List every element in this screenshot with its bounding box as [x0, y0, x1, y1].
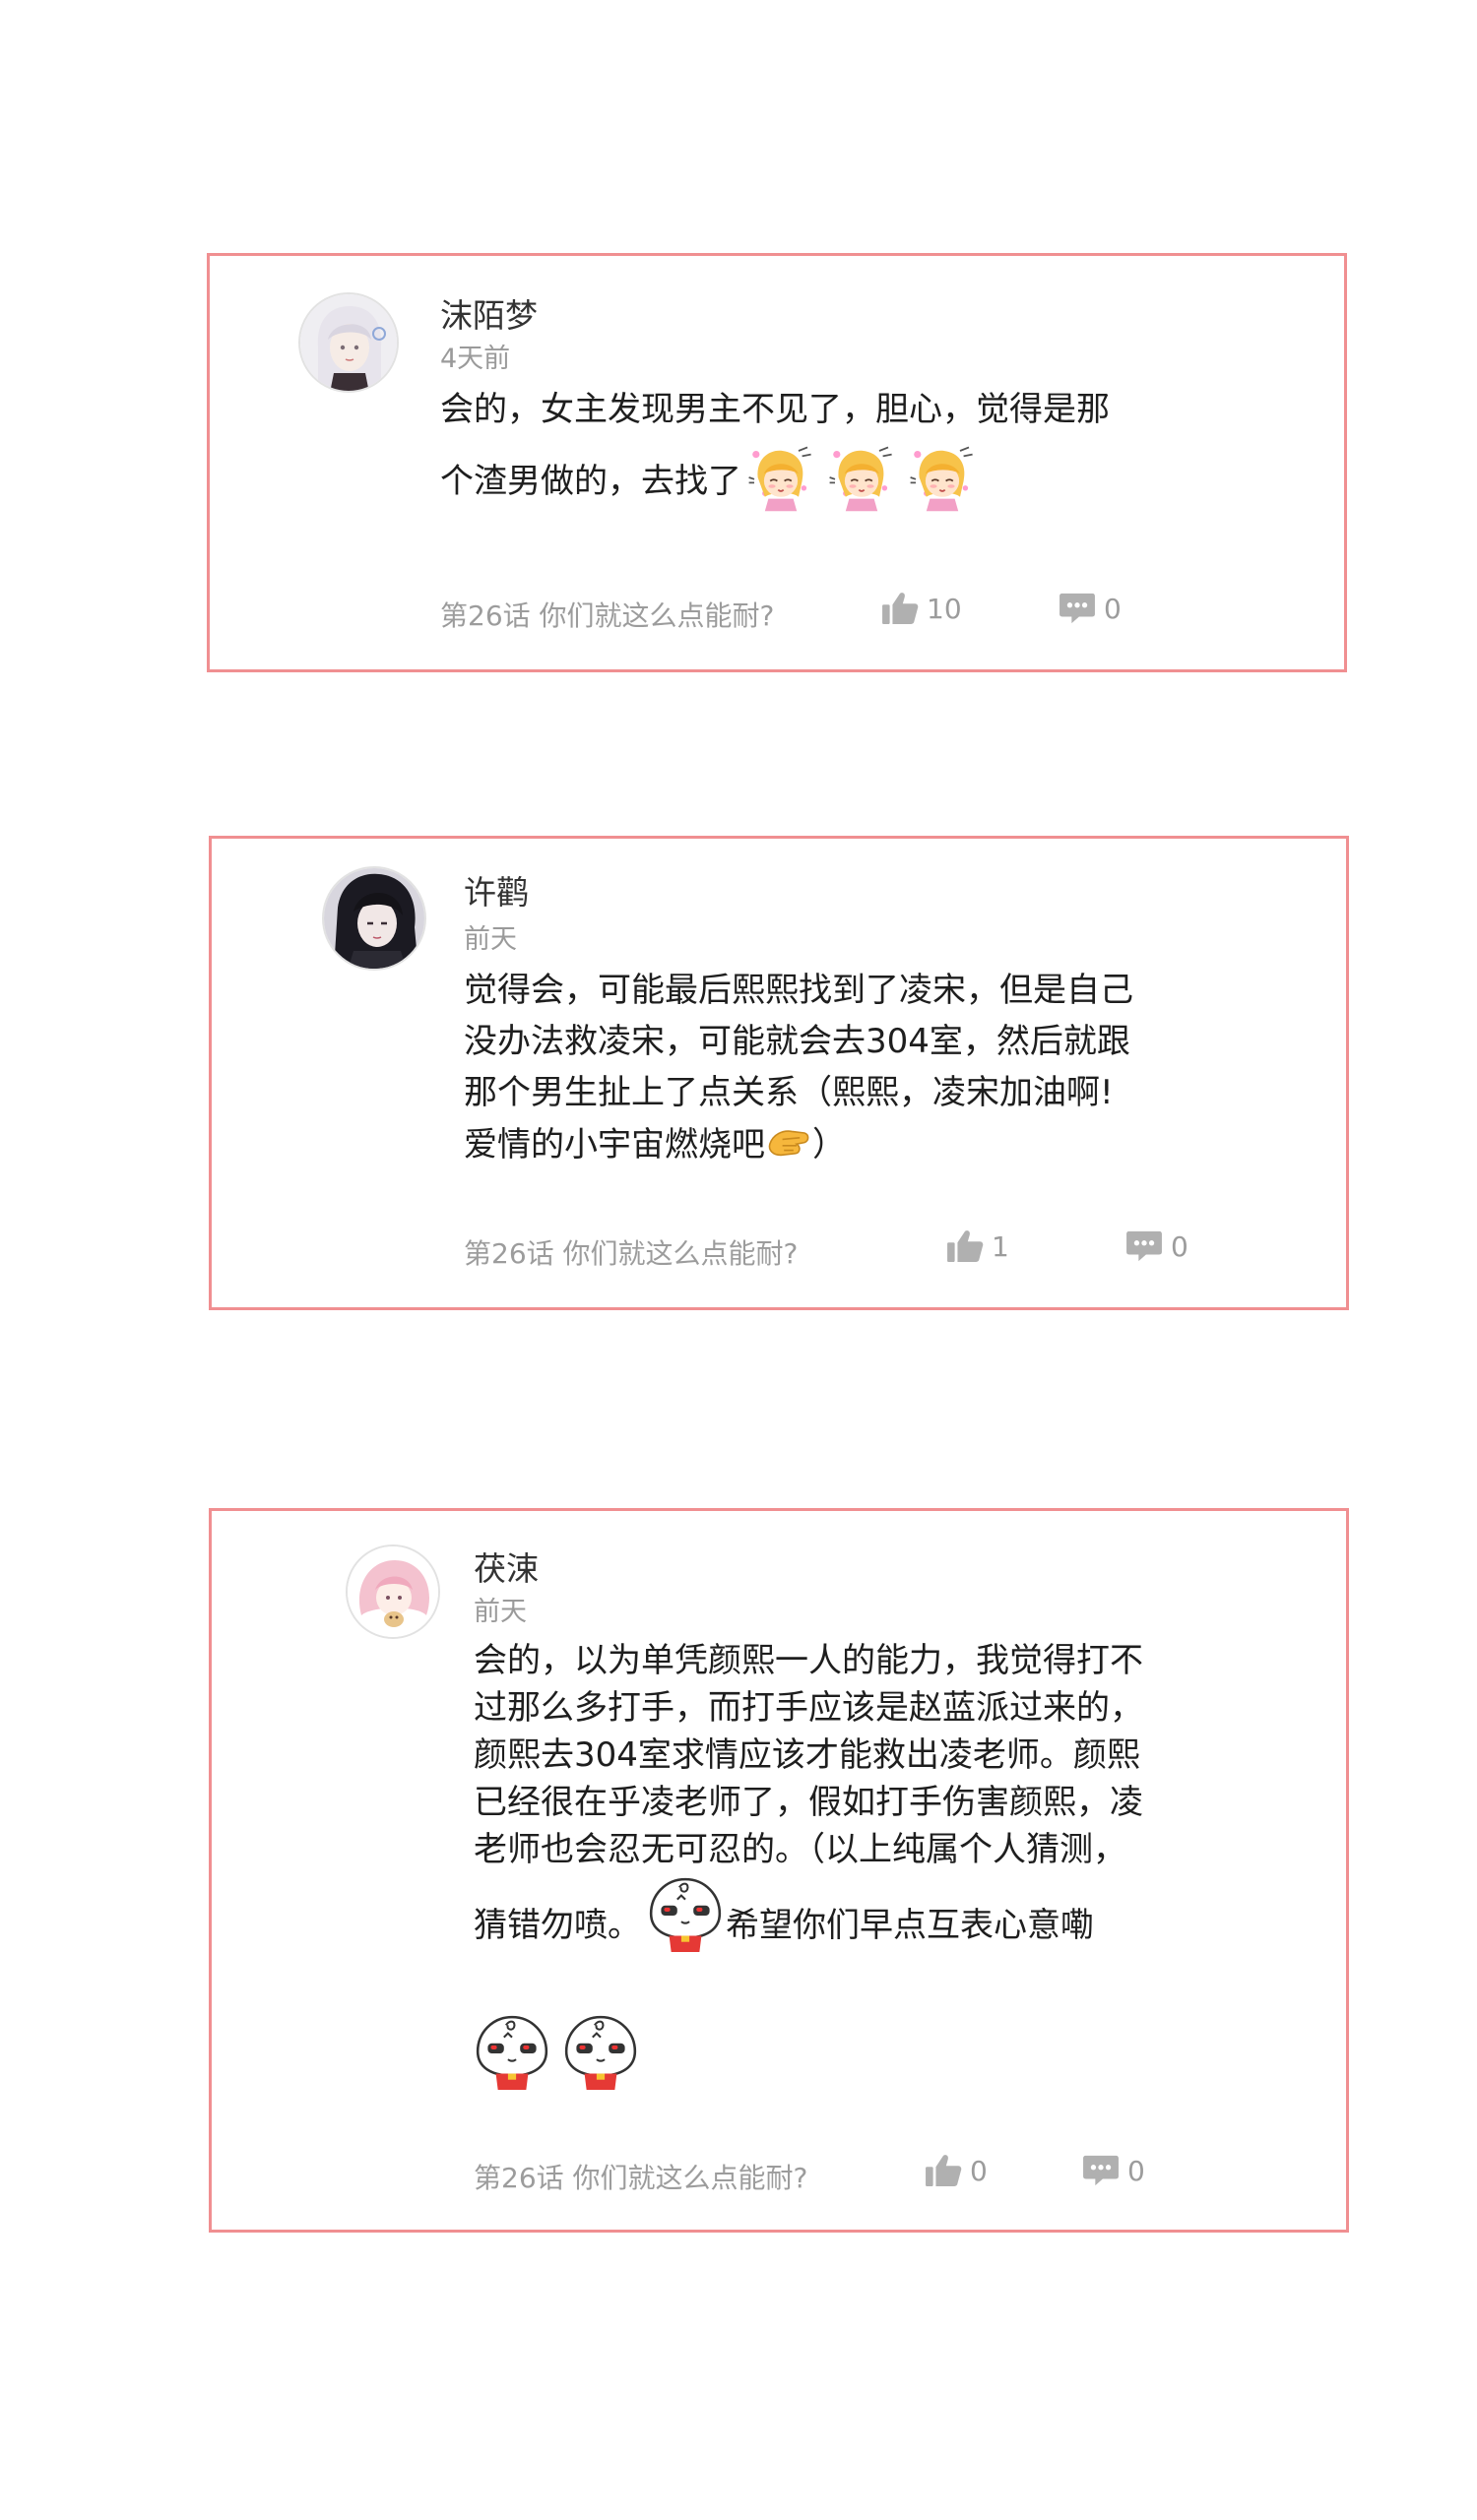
- like-button[interactable]: 1: [946, 1229, 1009, 1263]
- comment-line-text: 爱情的小宇宙燃烧吧: [464, 1124, 765, 1165]
- comment-line: 已经很在乎凌老师了，假如打手伤害颜熙，凌: [474, 1783, 1143, 1822]
- comment-icon: [1082, 2154, 1120, 2187]
- reply-count: 0: [1127, 2154, 1145, 2187]
- comment-card: 茯涑 前天 会的，以为单凭颜熙一人的能力，我觉得打不 过那么多打手，而打手应该是…: [209, 1508, 1349, 2233]
- chapter-link[interactable]: 第26话 你们就这么点能耐?: [474, 2157, 807, 2196]
- comment-line-text: ）: [812, 1124, 846, 1165]
- blonde-girl-sticker-icon: [826, 442, 897, 513]
- comment-line: 会的，女主发现男主不见了，胆心，觉得是那: [440, 390, 1110, 429]
- sticker-row: [472, 2011, 641, 2096]
- thumbs-up-icon: [881, 592, 919, 625]
- username[interactable]: 茯涑: [474, 1543, 539, 1590]
- comment-line-text: 个渣男做的，去找了: [440, 461, 741, 501]
- like-button[interactable]: 0: [925, 2154, 988, 2187]
- comment-line: 那个男生扯上了点关系（熙熙，凌宋加油啊!: [464, 1073, 1114, 1112]
- comment-line: 个渣男做的，去找了: [440, 443, 978, 512]
- username[interactable]: 沫陌梦: [440, 289, 538, 337]
- comment-line: 猜错勿喷。 希望你们早点互表心意嘞: [474, 1869, 1094, 1954]
- comment-line: 过那么多打手，而打手应该是赵蓝派过来的，: [474, 1688, 1143, 1728]
- reply-button[interactable]: 0: [1125, 1229, 1188, 1263]
- comment-card: 许鹳 前天 觉得会，可能最后熙熙找到了凌宋，但是自己 没办法救凌宋，可能就会去3…: [209, 836, 1349, 1310]
- comment-line: 会的，以为单凭颜熙一人的能力，我觉得打不: [474, 1641, 1143, 1680]
- reply-button[interactable]: 0: [1059, 592, 1122, 625]
- timestamp: 4天前: [440, 344, 511, 374]
- chapter-link[interactable]: 第26话 你们就这么点能耐?: [464, 1232, 798, 1272]
- comment-line: 老师也会忍无可忍的。（以上纯属个人猜测，: [474, 1830, 1126, 1869]
- clasped-hands-icon: [765, 1117, 812, 1165]
- comment-icon: [1059, 592, 1096, 625]
- like-count: 0: [970, 2154, 988, 2187]
- comment-line-text: 猜错勿喷。: [474, 1906, 641, 1945]
- blonde-girl-sticker-icon: [745, 442, 816, 513]
- comment-line-text: 希望你们早点互表心意嘞: [726, 1906, 1094, 1945]
- reply-count: 0: [1171, 1229, 1188, 1263]
- thumbs-up-icon: [925, 2154, 962, 2187]
- baozi-sticker-icon: [472, 2011, 552, 2092]
- chapter-link[interactable]: 第26话 你们就这么点能耐?: [440, 595, 774, 634]
- timestamp: 前天: [474, 1597, 527, 1627]
- comment-icon: [1125, 1229, 1163, 1263]
- comment-line: 没办法救凌宋，可能就会去304室，然后就跟: [464, 1022, 1130, 1061]
- like-count: 1: [992, 1229, 1009, 1263]
- baozi-sticker-icon: [645, 1873, 726, 1954]
- user-avatar[interactable]: [298, 292, 399, 393]
- thumbs-up-icon: [946, 1229, 984, 1263]
- comment-line: 觉得会，可能最后熙熙找到了凌宋，但是自己: [464, 971, 1133, 1010]
- username[interactable]: 许鹳: [464, 866, 529, 914]
- like-count: 10: [927, 592, 962, 625]
- blonde-girl-sticker-icon: [907, 442, 978, 513]
- user-avatar[interactable]: [346, 1544, 440, 1639]
- baozi-sticker-icon: [560, 2011, 641, 2092]
- comment-line: 爱情的小宇宙燃烧吧 ）: [464, 1116, 846, 1166]
- comment-card: 沫陌梦 4天前 会的，女主发现男主不见了，胆心，觉得是那 个渣男做的，去找了 第…: [207, 253, 1347, 672]
- comment-line: 颜熙去304室求情应该才能救出凌老师。颜熙: [474, 1735, 1140, 1775]
- like-button[interactable]: 10: [881, 592, 962, 625]
- reply-count: 0: [1104, 592, 1122, 625]
- reply-button[interactable]: 0: [1082, 2154, 1145, 2187]
- user-avatar[interactable]: [322, 866, 426, 971]
- timestamp: 前天: [464, 924, 517, 955]
